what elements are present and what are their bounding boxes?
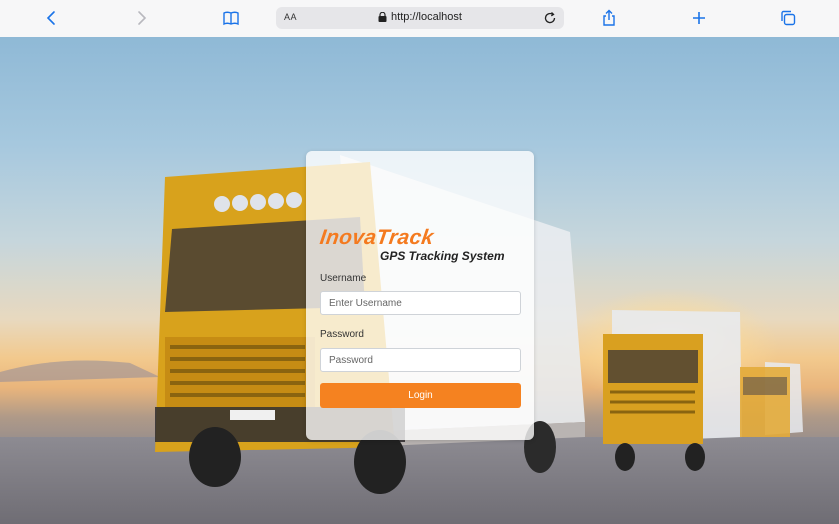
lock-icon xyxy=(378,12,387,22)
back-button[interactable] xyxy=(40,7,64,29)
username-input[interactable] xyxy=(320,291,521,315)
password-label: Password xyxy=(320,329,364,340)
forward-chevron-icon xyxy=(138,11,147,25)
new-tab-button[interactable] xyxy=(687,7,711,29)
tabs-icon xyxy=(781,10,796,26)
url-text: http://localhost xyxy=(391,11,462,23)
bookmarks-button[interactable] xyxy=(219,7,243,29)
reload-icon[interactable] xyxy=(542,10,558,26)
back-chevron-icon xyxy=(46,11,55,25)
logo-tagline: GPS Tracking System xyxy=(380,249,505,263)
username-label: Username xyxy=(320,273,367,284)
bookmarks-icon xyxy=(223,11,239,26)
address-bar[interactable]: AA http://localhost xyxy=(276,7,564,29)
browser-toolbar: AA http://localhost xyxy=(0,0,839,38)
forward-button[interactable] xyxy=(129,7,153,29)
plus-icon xyxy=(693,12,705,24)
logo-text: InovaTrack xyxy=(318,226,436,249)
login-button[interactable]: Login xyxy=(320,383,521,408)
share-icon xyxy=(603,9,615,26)
tabs-button[interactable] xyxy=(776,7,800,29)
password-input[interactable] xyxy=(320,348,521,372)
share-button[interactable] xyxy=(597,7,621,29)
login-card: InovaTrack GPS Tracking System Username … xyxy=(306,151,534,440)
